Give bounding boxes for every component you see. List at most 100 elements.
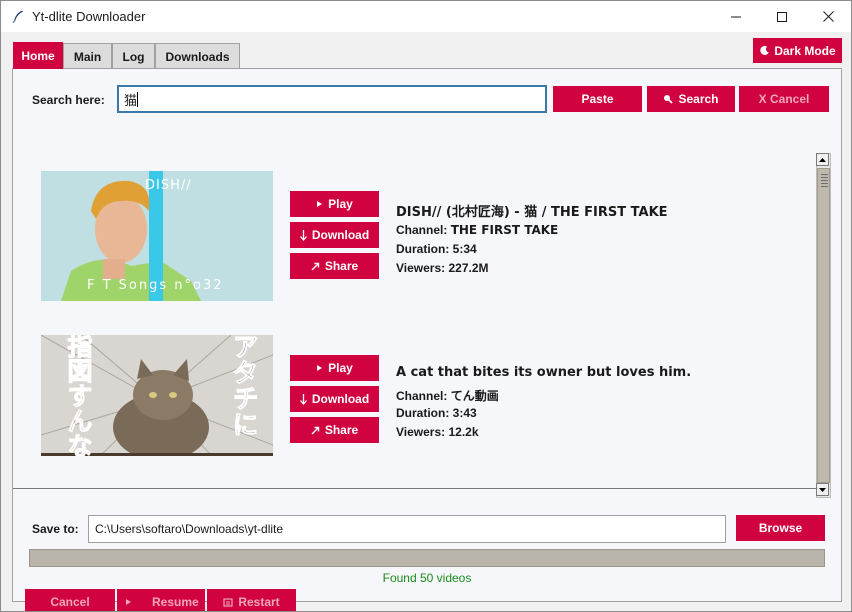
video-duration: Duration: 3:43 bbox=[396, 406, 477, 420]
search-input-value: 猫 bbox=[124, 93, 138, 109]
share-arrow-icon bbox=[311, 426, 320, 434]
save-path-value: C:\Users\softaro\Downloads\yt-dlite bbox=[95, 522, 284, 536]
search-input[interactable]: 猫 bbox=[117, 85, 547, 113]
dark-mode-label: Dark Mode bbox=[774, 43, 836, 58]
duration-value: 3:43 bbox=[452, 406, 477, 420]
viewers-value: 227.2M bbox=[448, 261, 489, 275]
download-arrow-icon bbox=[299, 393, 307, 405]
caret-down-icon bbox=[819, 487, 826, 492]
tab-main[interactable]: Main bbox=[63, 43, 112, 69]
scroll-down-button[interactable] bbox=[816, 483, 829, 496]
home-panel: Search here: 猫 Paste Search X Cancel DIS… bbox=[12, 68, 842, 611]
play-icon bbox=[126, 599, 131, 605]
browse-button-label: Browse bbox=[758, 521, 803, 535]
grip-line bbox=[821, 183, 828, 184]
search-button-label: Search bbox=[678, 92, 719, 106]
search-button[interactable]: Search bbox=[647, 86, 735, 112]
tab-downloads[interactable]: Downloads bbox=[155, 43, 240, 69]
viewers-label: Viewers: bbox=[396, 261, 446, 275]
video-viewers: Viewers: 12.2k bbox=[396, 425, 479, 439]
minimize-icon bbox=[731, 16, 741, 17]
app-window: Yt-dlite Downloader Home Main Log Downlo… bbox=[0, 0, 852, 612]
restart-button-label: Restart bbox=[238, 595, 280, 609]
play-button-label: Play bbox=[328, 361, 353, 375]
results-scrollbar[interactable] bbox=[816, 153, 831, 498]
duration-value: 5:34 bbox=[452, 242, 477, 256]
thumbnail-overlay-top: DISH// bbox=[145, 178, 192, 193]
dark-mode-button[interactable]: Dark Mode bbox=[753, 38, 842, 63]
close-button[interactable] bbox=[805, 1, 851, 32]
download-button[interactable]: Download bbox=[290, 222, 379, 248]
video-thumbnail[interactable]: DISH// F T Songs n°o32 bbox=[41, 171, 273, 301]
caret-up-icon bbox=[819, 157, 826, 162]
client-area: Home Main Log Downloads Dark Mode Search… bbox=[1, 32, 851, 611]
video-title: DISH// (北村匠海) - 猫 / THE FIRST TAKE bbox=[396, 205, 668, 220]
play-icon bbox=[317, 365, 323, 371]
section-divider bbox=[13, 488, 816, 489]
maximize-button[interactable] bbox=[759, 1, 805, 32]
video-duration: Duration: 5:34 bbox=[396, 242, 477, 256]
play-icon bbox=[317, 201, 323, 207]
status-text: Found 50 videos bbox=[382, 571, 472, 585]
download-arrow-icon bbox=[299, 229, 307, 241]
thumbnail-overlay-bottom: F T Songs n°o32 bbox=[87, 278, 224, 293]
viewers-label: Viewers: bbox=[396, 425, 446, 439]
paste-button-label: Paste bbox=[581, 92, 614, 106]
cancel-button[interactable]: Cancel bbox=[25, 589, 115, 611]
play-button[interactable]: Play bbox=[290, 191, 379, 217]
channel-label: Channel: bbox=[396, 223, 448, 237]
restart-button[interactable]: Restart bbox=[207, 589, 296, 611]
search-label: Search here: bbox=[32, 93, 105, 107]
viewers-value: 12.2k bbox=[448, 425, 479, 439]
browse-button[interactable]: Browse bbox=[736, 515, 825, 541]
results-list[interactable]: DISH// F T Songs n°o32 Play Download Sha… bbox=[13, 124, 817, 456]
progress-bar bbox=[29, 549, 825, 567]
channel-value: THE FIRST TAKE bbox=[450, 223, 559, 237]
duration-label: Duration: bbox=[396, 242, 450, 256]
tab-log[interactable]: Log bbox=[112, 43, 155, 69]
window-title: Yt-dlite Downloader bbox=[32, 9, 146, 24]
scroll-up-button[interactable] bbox=[816, 153, 829, 166]
cancel-search-label: X Cancel bbox=[758, 92, 810, 106]
play-button-label: Play bbox=[328, 197, 353, 211]
duration-label: Duration: bbox=[396, 406, 450, 420]
moon-icon bbox=[760, 45, 770, 55]
thumbnail-overlay-right: アタチに bbox=[228, 335, 259, 438]
paste-button[interactable]: Paste bbox=[553, 86, 642, 112]
cancel-button-label: Cancel bbox=[50, 595, 90, 609]
video-viewers: Viewers: 227.2M bbox=[396, 261, 489, 275]
grip-line bbox=[821, 180, 828, 181]
cancel-search-button[interactable]: X Cancel bbox=[739, 86, 829, 112]
share-button-label: Share bbox=[324, 259, 359, 273]
download-button[interactable]: Download bbox=[290, 386, 379, 412]
save-to-label: Save to: bbox=[32, 522, 79, 536]
share-button[interactable]: Share bbox=[290, 417, 379, 443]
resume-button-label: Resume bbox=[152, 595, 199, 609]
thumbnail-overlay-left: 指図すんな bbox=[64, 335, 94, 456]
video-channel: Channel: THE FIRST TAKE bbox=[396, 223, 558, 237]
title-bar[interactable]: Yt-dlite Downloader bbox=[1, 1, 851, 32]
grip-line bbox=[821, 174, 828, 175]
grip-line bbox=[821, 186, 828, 187]
scrollbar-thumb[interactable] bbox=[817, 168, 830, 483]
play-button[interactable]: Play bbox=[290, 355, 379, 381]
grip-line bbox=[821, 177, 828, 178]
share-arrow-icon bbox=[311, 262, 320, 270]
video-title: A cat that bites its owner but loves him… bbox=[396, 365, 692, 380]
tab-home[interactable]: Home bbox=[13, 42, 63, 69]
channel-value: てん動画 bbox=[450, 389, 499, 403]
download-button-label: Download bbox=[311, 228, 370, 242]
search-icon bbox=[664, 95, 674, 104]
share-button[interactable]: Share bbox=[290, 253, 379, 279]
close-icon bbox=[822, 11, 834, 22]
channel-label: Channel: bbox=[396, 389, 448, 403]
download-button-label: Download bbox=[311, 392, 370, 406]
restart-icon bbox=[223, 598, 233, 607]
share-button-label: Share bbox=[324, 423, 359, 437]
save-path-input[interactable]: C:\Users\softaro\Downloads\yt-dlite bbox=[88, 515, 726, 543]
maximize-icon bbox=[777, 11, 787, 22]
resume-button[interactable]: Resume bbox=[117, 589, 205, 611]
video-thumbnail[interactable]: 指図すんな アタチに bbox=[41, 335, 273, 456]
video-channel: Channel: てん動画 bbox=[396, 387, 499, 404]
minimize-button[interactable] bbox=[713, 1, 759, 32]
